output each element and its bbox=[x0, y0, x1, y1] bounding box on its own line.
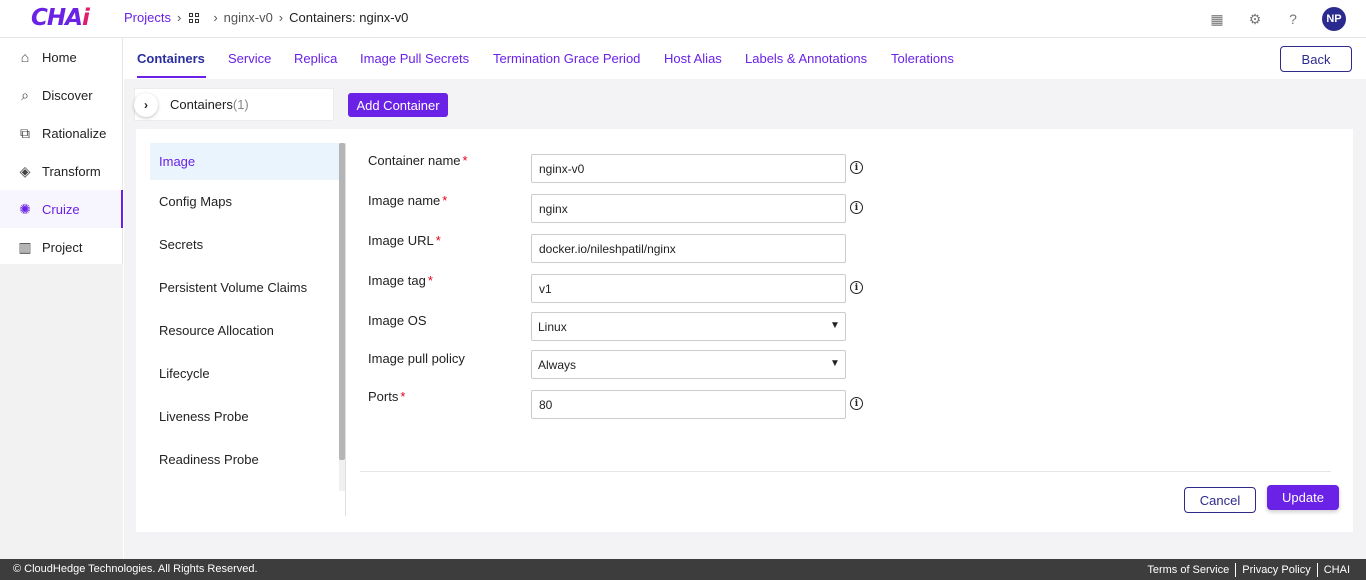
container-name-input[interactable] bbox=[531, 154, 846, 183]
ports-input[interactable] bbox=[531, 390, 846, 419]
tab-service[interactable]: Service bbox=[228, 51, 271, 66]
terms-link[interactable]: Terms of Service bbox=[1141, 563, 1237, 577]
update-button[interactable]: Update bbox=[1267, 485, 1339, 510]
breadcrumb-project[interactable]: nginx-v0 bbox=[224, 10, 273, 25]
tab-image-pull-secrets[interactable]: Image Pull Secrets bbox=[360, 51, 469, 66]
image-url-label: Image URL * bbox=[368, 233, 441, 248]
sidebar: ⌂ Home ⌕ Discover ⧉ Rationalize ◈ Transform … bbox=[0, 38, 123, 264]
image-tag-input[interactable] bbox=[531, 274, 846, 303]
sidebar-item-project[interactable]: ▥ Project bbox=[0, 228, 122, 266]
tab-replica[interactable]: Replica bbox=[294, 51, 337, 66]
menu-item-liveness-probe[interactable]: Liveness Probe bbox=[150, 395, 345, 438]
tab-termination-grace-period[interactable]: Termination Grace Period bbox=[493, 51, 640, 66]
chai-logo[interactable]: CHAi bbox=[31, 5, 90, 31]
divider bbox=[360, 471, 1331, 472]
image-name-label: Image name * bbox=[368, 193, 448, 208]
apps-grid-icon[interactable]: ▦ bbox=[1208, 10, 1226, 28]
image-url-input[interactable] bbox=[531, 234, 846, 263]
image-name-input[interactable] bbox=[531, 194, 846, 223]
footer: © CloudHedge Technologies. All Rights Re… bbox=[0, 559, 1366, 580]
tabs-bar: Containers Service Replica Image Pull Se… bbox=[124, 38, 1366, 79]
footer-brand: CHAI bbox=[1323, 564, 1350, 576]
container-name-label: Container name * bbox=[368, 153, 468, 168]
grid-icon[interactable] bbox=[189, 12, 200, 23]
copyright-text: © CloudHedge Technologies. All Rights Re… bbox=[13, 563, 258, 575]
sidebar-item-transform[interactable]: ◈ Transform bbox=[0, 152, 122, 190]
menu-item-image[interactable]: Image bbox=[150, 143, 345, 180]
sidebar-background bbox=[0, 264, 123, 559]
menu-item-resource-allocation[interactable]: Resource Allocation bbox=[150, 309, 345, 352]
chevron-right-icon: › bbox=[213, 10, 218, 25]
breadcrumb-current: Containers: nginx-v0 bbox=[289, 10, 409, 25]
containers-toggle[interactable]: › Containers(1) bbox=[134, 88, 334, 121]
cancel-button[interactable]: Cancel bbox=[1184, 487, 1256, 513]
image-pull-policy-select[interactable]: Always bbox=[531, 350, 846, 379]
chevron-right-icon: › bbox=[176, 10, 182, 25]
tab-host-alias[interactable]: Host Alias bbox=[664, 51, 722, 66]
chart-icon: ⧉ bbox=[20, 124, 30, 141]
info-icon[interactable]: i bbox=[850, 281, 863, 294]
sidebar-item-discover[interactable]: ⌕ Discover bbox=[0, 76, 122, 114]
back-button[interactable]: Back bbox=[1280, 46, 1352, 72]
breadcrumb-projects[interactable]: Projects bbox=[124, 10, 171, 25]
menu-item-persistent-volume-claims[interactable]: Persistent Volume Claims bbox=[150, 266, 345, 309]
layers-icon: ◈ bbox=[19, 162, 31, 179]
info-icon[interactable]: i bbox=[850, 161, 863, 174]
main-content: Containers Service Replica Image Pull Se… bbox=[124, 38, 1366, 559]
active-tab-indicator bbox=[137, 76, 206, 78]
gear-icon[interactable]: ⚙ bbox=[1246, 10, 1264, 28]
sidebar-item-rationalize[interactable]: ⧉ Rationalize bbox=[0, 114, 122, 152]
tab-containers[interactable]: Containers bbox=[137, 51, 205, 66]
chevron-right-icon[interactable]: › bbox=[134, 92, 158, 117]
menu-item-readiness-probe[interactable]: Readiness Probe bbox=[150, 438, 345, 481]
image-tag-label: Image tag * bbox=[368, 273, 433, 288]
breadcrumb: Projects › › nginx-v0 › Containers: ngin… bbox=[124, 10, 408, 25]
sidebar-item-cruize[interactable]: ✺ Cruize bbox=[0, 190, 123, 228]
home-icon: ⌂ bbox=[20, 49, 30, 65]
image-os-select[interactable]: Linux bbox=[531, 312, 846, 341]
top-bar: CHAi Projects › › nginx-v0 › Containers:… bbox=[0, 0, 1366, 38]
chevron-right-icon: › bbox=[278, 10, 284, 25]
menu-item-lifecycle[interactable]: Lifecycle bbox=[150, 352, 345, 395]
info-icon[interactable]: i bbox=[850, 397, 863, 410]
tab-labels-annotations[interactable]: Labels & Annotations bbox=[745, 51, 867, 66]
menu-item-secrets[interactable]: Secrets bbox=[150, 223, 345, 266]
containers-count: (1) bbox=[232, 97, 249, 112]
container-menu: Image Config Maps Secrets Persistent Vol… bbox=[150, 143, 345, 481]
container-panel: Image Config Maps Secrets Persistent Vol… bbox=[136, 129, 1353, 532]
help-icon[interactable]: ? bbox=[1284, 10, 1302, 28]
ports-label: Ports * bbox=[368, 389, 406, 404]
add-container-button[interactable]: Add Container bbox=[348, 93, 448, 117]
info-icon[interactable]: i bbox=[850, 201, 863, 214]
sidebar-item-home[interactable]: ⌂ Home bbox=[0, 38, 122, 76]
fingerprint-icon: ✺ bbox=[19, 200, 31, 217]
menu-item-config-maps[interactable]: Config Maps bbox=[150, 180, 345, 223]
divider bbox=[345, 143, 346, 516]
image-os-label: Image OS bbox=[368, 313, 427, 328]
search-icon: ⌕ bbox=[21, 86, 29, 103]
image-pull-policy-label: Image pull policy bbox=[368, 351, 465, 366]
privacy-link[interactable]: Privacy Policy bbox=[1236, 563, 1318, 577]
avatar[interactable]: NP bbox=[1322, 7, 1346, 31]
tab-tolerations[interactable]: Tolerations bbox=[891, 51, 954, 66]
containers-label: Containers bbox=[170, 97, 233, 112]
board-icon: ▥ bbox=[18, 238, 32, 255]
